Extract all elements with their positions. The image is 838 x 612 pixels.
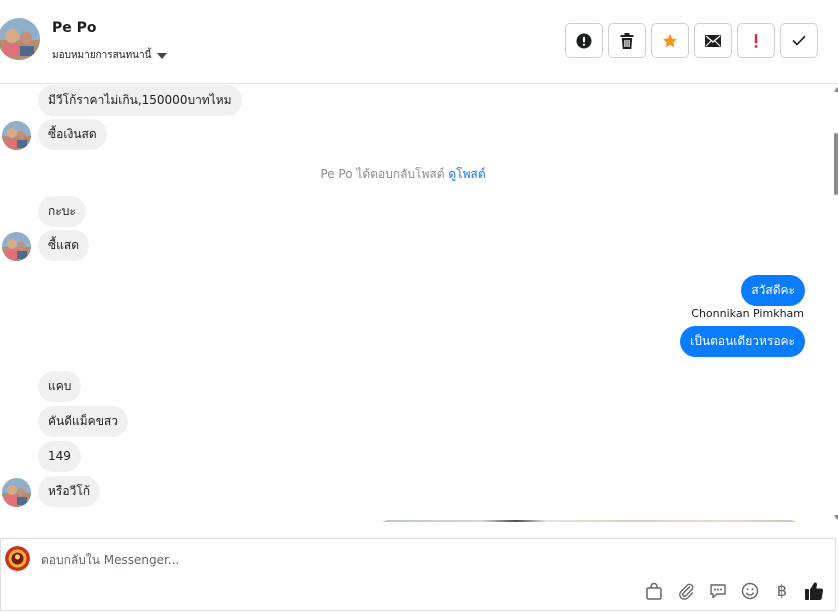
message-bubble[interactable]: ซื้แสด (38, 230, 89, 261)
message-bubble[interactable]: มีวีโก้ราคาไม่เกิน,150000บาทไหม (38, 85, 242, 116)
contact-name: Pe Po (52, 20, 97, 36)
message-bubble[interactable]: 149 (38, 441, 81, 472)
composer-toolbar: ฿ (643, 580, 825, 602)
saved-replies-button[interactable] (707, 580, 729, 602)
contact-avatar[interactable] (0, 18, 40, 60)
system-notice-text: Pe Po ได้ตอบกลับโพสต์ (320, 167, 445, 181)
trash-icon (620, 32, 634, 49)
baht-icon: ฿ (776, 581, 788, 600)
reply-composer: ฿ (0, 538, 836, 611)
send-like-button[interactable] (803, 580, 825, 602)
payment-button[interactable]: ฿ (771, 580, 793, 602)
attach-button[interactable] (675, 580, 697, 602)
message-bubble[interactable]: กะบะ (38, 196, 86, 227)
assign-label: มอบหมายการสนทนานี้ (52, 50, 152, 61)
message-bubble[interactable]: หรือวีโก้ (38, 476, 101, 507)
scroll-up-arrow-icon[interactable] (834, 87, 838, 92)
sender-avatar[interactable] (2, 121, 31, 150)
view-post-link[interactable]: ดูโพสต์ (448, 167, 485, 181)
bag-icon (646, 582, 662, 600)
outgoing-message-bubble[interactable]: เป็นตอนเดียวหรอคะ (680, 326, 805, 357)
mark-important-button[interactable] (737, 23, 775, 58)
exclamation-circle-icon (576, 33, 592, 48)
paperclip-icon (679, 583, 694, 600)
system-notice: Pe Po ได้ตอบกลับโพสต์ ดูโพสต์ (0, 165, 806, 184)
emoji-button[interactable] (739, 580, 761, 602)
scroll-thumb[interactable] (834, 133, 838, 195)
report-button[interactable] (565, 23, 603, 58)
done-button[interactable] (780, 23, 818, 58)
message-bubble[interactable]: ซื้อเงินสด (38, 119, 107, 150)
page-avatar (5, 546, 30, 571)
saved-reply-icon (710, 584, 726, 599)
outgoing-message-bubble[interactable]: สวัสดีคะ (741, 275, 805, 306)
star-button[interactable] (651, 23, 689, 58)
reply-input[interactable] (41, 549, 661, 571)
conversation-header: Pe Po มอบหมายการสนทนานี้ (0, 0, 838, 84)
sender-name-label: Chonnikan Pimkham (691, 307, 804, 320)
conversation-toolbar (565, 23, 818, 58)
shop-button[interactable] (643, 580, 665, 602)
message-thread[interactable]: มีวีโก้ราคาไม่เกิน,150000บาทไหม ซื้อเงิน… (0, 85, 834, 522)
thumbs-up-icon (805, 582, 824, 600)
assign-conversation-dropdown[interactable]: มอบหมายการสนทนานี้ (52, 48, 168, 63)
emoji-icon (741, 582, 759, 600)
scroll-down-arrow-icon[interactable] (834, 515, 838, 520)
sender-avatar[interactable] (2, 478, 31, 507)
exclamation-icon (754, 33, 758, 48)
thread-scrollbar[interactable] (834, 85, 838, 522)
checkmark-icon (792, 35, 806, 46)
sender-avatar[interactable] (2, 232, 31, 261)
caret-down-icon (157, 52, 168, 59)
message-bubble[interactable]: คันดีแม็คขสว (38, 406, 128, 437)
delete-button[interactable] (608, 23, 646, 58)
envelope-icon (705, 34, 721, 47)
image-attachment[interactable] (375, 520, 803, 522)
mark-unread-button[interactable] (694, 23, 732, 58)
inbox-conversation: Pe Po มอบหมายการสนทนานี้ มีวีโก้ราคาไม่เ… (0, 0, 838, 612)
star-icon (663, 33, 677, 47)
message-bubble[interactable]: แคบ (38, 371, 82, 402)
